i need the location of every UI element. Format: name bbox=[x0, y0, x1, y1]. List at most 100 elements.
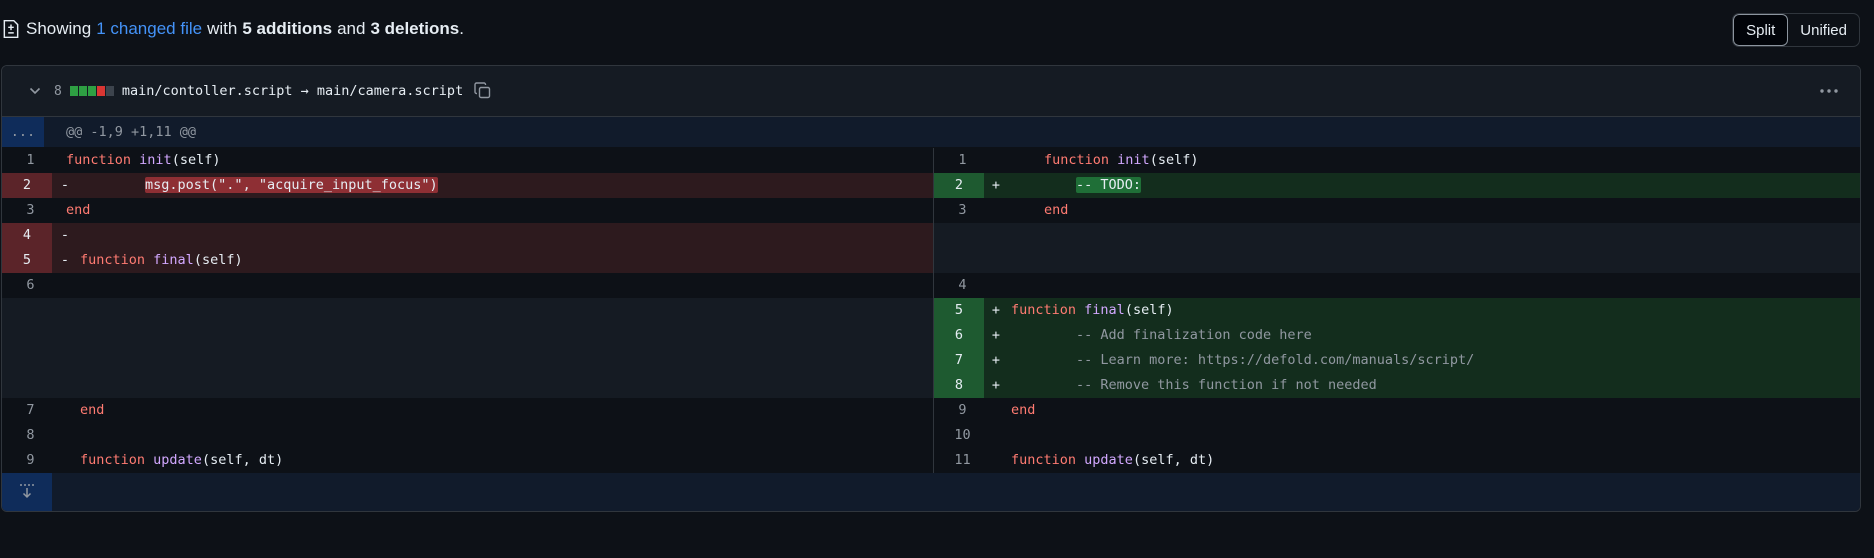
deletions-count: 3 deletions bbox=[370, 19, 460, 38]
left-code-line: end bbox=[80, 402, 105, 418]
hunk-header: @@ -1,9 +1,11 @@ bbox=[66, 124, 197, 140]
diff-row: 2 - msg.post(".", "acquire_input_focus")… bbox=[2, 173, 1860, 198]
deletion-sign: - bbox=[60, 227, 70, 243]
left-code-line: function init(self) bbox=[66, 148, 220, 173]
empty-line-bg bbox=[934, 248, 1860, 273]
diffstat-block bbox=[87, 86, 96, 96]
diff-row: 3 end 3 end bbox=[2, 198, 1860, 223]
keyword: function bbox=[1011, 302, 1077, 318]
right-line-number[interactable]: 10 bbox=[934, 423, 991, 448]
keyword: function bbox=[1044, 152, 1110, 168]
right-code-line: -- Add finalization code here bbox=[1011, 327, 1312, 343]
left-line-number[interactable]: 1 bbox=[2, 148, 59, 173]
addition-sign: + bbox=[991, 377, 1001, 393]
addition-sign: + bbox=[991, 302, 1001, 318]
diff-row: 5 + function final(self) bbox=[2, 298, 1860, 323]
diffstat-block bbox=[96, 86, 105, 96]
right-code-line: -- Learn more: https://defold.com/manual… bbox=[1011, 352, 1475, 368]
code-text: (self) bbox=[1149, 152, 1199, 168]
left-line-number[interactable]: 4 bbox=[2, 223, 52, 248]
diff-row: 9 function update(self, dt) 11 function … bbox=[2, 448, 1860, 473]
right-line-number[interactable]: 9 bbox=[934, 398, 991, 423]
diff-row: 6 4 bbox=[2, 273, 1860, 298]
keyword: function bbox=[80, 452, 146, 468]
right-code-line: function final(self) bbox=[1011, 298, 1174, 323]
right-line-number[interactable]: 3 bbox=[934, 198, 991, 223]
right-line-number[interactable]: 4 bbox=[934, 273, 991, 298]
keyword: function bbox=[80, 252, 146, 268]
change-count: 8 bbox=[54, 83, 62, 99]
hunk-header-row: ... @@ -1,9 +1,11 @@ bbox=[2, 117, 1860, 147]
deleted-code: msg.post(".", "acquire_input_focus") bbox=[145, 177, 438, 193]
summary-prefix: Showing bbox=[26, 19, 92, 38]
deletion-sign: - bbox=[60, 177, 70, 193]
summary-with: with bbox=[207, 19, 238, 38]
diff-row: 5 - function final(self) bbox=[2, 248, 1860, 273]
left-code-line: end bbox=[66, 202, 91, 218]
right-line-number[interactable]: 11 bbox=[934, 448, 991, 473]
keyword: function bbox=[66, 152, 132, 168]
code-text: (self) bbox=[1124, 302, 1174, 318]
chevron-down-icon[interactable] bbox=[28, 84, 42, 98]
right-code-line: -- Remove this function if not needed bbox=[1011, 377, 1377, 393]
left-line-number[interactable]: 8 bbox=[2, 423, 59, 448]
expand-down-icon bbox=[20, 484, 34, 499]
function-name: update bbox=[153, 452, 202, 468]
left-line-number[interactable]: 3 bbox=[2, 198, 59, 223]
file-header: 8 main/contoller.script → main/camera.sc… bbox=[2, 66, 1860, 117]
function-name: final bbox=[153, 252, 194, 268]
unified-view-button[interactable]: Unified bbox=[1788, 14, 1859, 46]
right-code-line: end bbox=[1011, 402, 1036, 418]
left-line-number[interactable]: 7 bbox=[2, 398, 59, 423]
hunk-expander-button[interactable]: ... bbox=[2, 117, 44, 147]
function-name: init bbox=[139, 152, 172, 168]
file-diff: 8 main/contoller.script → main/camera.sc… bbox=[1, 65, 1861, 512]
kebab-horizontal-icon[interactable] bbox=[1818, 82, 1840, 100]
right-line-number[interactable]: 8 bbox=[934, 373, 984, 398]
right-line-number[interactable]: 7 bbox=[934, 348, 984, 373]
deleted-line-bg bbox=[2, 223, 933, 248]
diff-row: 4 - bbox=[2, 223, 1860, 248]
split-view-button[interactable]: Split bbox=[1733, 14, 1789, 46]
addition-sign: + bbox=[991, 327, 1001, 343]
right-line-number[interactable]: 5 bbox=[934, 298, 984, 323]
diff-summary: Showing 1 changed file with 5 additions … bbox=[0, 17, 464, 41]
left-code-line: function update(self, dt) bbox=[80, 448, 283, 473]
diff-row: 1 function init(self) 1 function init(se… bbox=[2, 148, 1860, 173]
right-line-number[interactable]: 1 bbox=[934, 148, 991, 173]
left-line-number[interactable]: 9 bbox=[2, 448, 59, 473]
diff-row: 8 10 bbox=[2, 423, 1860, 448]
empty-line-bg bbox=[2, 298, 933, 323]
empty-line-bg bbox=[934, 223, 1860, 248]
file-path[interactable]: main/contoller.script → main/camera.scri… bbox=[122, 83, 463, 99]
right-line-number[interactable]: 2 bbox=[934, 173, 984, 198]
diff-summary-bar: Showing 1 changed file with 5 additions … bbox=[0, 0, 1874, 58]
right-code-line: -- TODO: bbox=[1011, 173, 1142, 198]
left-line-number[interactable]: 6 bbox=[2, 273, 59, 298]
right-code-line: function update(self, dt) bbox=[1011, 448, 1214, 473]
diff-row: 7 + -- Learn more: https://defold.com/ma… bbox=[2, 348, 1860, 373]
left-line-number[interactable]: 5 bbox=[2, 248, 52, 273]
diffstat-block bbox=[105, 86, 114, 96]
diff-row: 7 end 9 end bbox=[2, 398, 1860, 423]
function-name: init bbox=[1117, 152, 1150, 168]
function-name: final bbox=[1084, 302, 1125, 318]
changed-files-link[interactable]: 1 changed file bbox=[96, 19, 202, 39]
summary-and: and bbox=[337, 19, 366, 38]
code-text: (self, dt) bbox=[1132, 452, 1215, 468]
added-code: -- TODO: bbox=[1076, 177, 1142, 193]
deletion-sign: - bbox=[60, 252, 70, 268]
view-mode-toggle: Split Unified bbox=[1732, 13, 1860, 47]
left-code-line: msg.post(".", "acquire_input_focus") bbox=[80, 173, 438, 198]
summary-period: . bbox=[459, 19, 464, 38]
right-code-line: function init(self) bbox=[1044, 148, 1198, 173]
right-line-number[interactable]: 6 bbox=[934, 323, 984, 348]
empty-line-bg bbox=[2, 373, 933, 398]
expand-down-button[interactable] bbox=[2, 473, 52, 511]
diffstat-block bbox=[78, 86, 87, 96]
copy-icon[interactable] bbox=[473, 81, 493, 101]
hunk-footer-row bbox=[2, 473, 1860, 511]
left-line-number[interactable]: 2 bbox=[2, 173, 52, 198]
